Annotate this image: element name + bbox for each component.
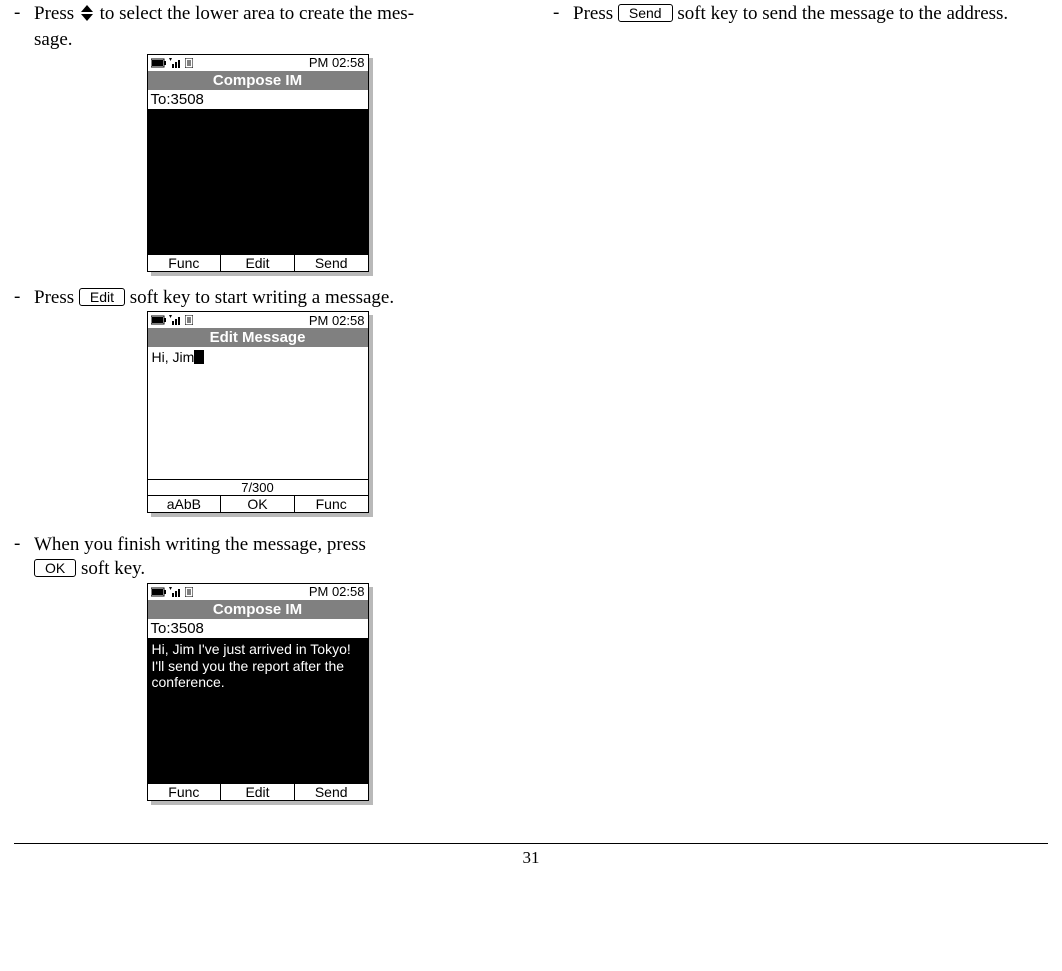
status-icons (151, 58, 193, 68)
step1-text: Press to select the lower area to create… (34, 2, 509, 52)
step2-prefix: Press (34, 287, 79, 308)
screen-title: Compose IM (148, 71, 368, 90)
screen-title: Compose IM (148, 600, 368, 619)
softkey-mid[interactable]: OK (221, 496, 295, 512)
ok-key-label: OK (34, 559, 76, 577)
step1-line2: sage. (34, 29, 73, 50)
softkeys: aAbB OK Func (148, 495, 368, 512)
right-column: - Press Send soft key to send the messag… (553, 2, 1048, 815)
step3-text: When you finish writing the message, pre… (34, 533, 509, 581)
nav-up-down-icon (79, 4, 95, 28)
to-field[interactable]: To:3508 (148, 90, 368, 110)
message-body[interactable]: Hi, Jim I've just arrived in Tokyo! I'll… (148, 639, 368, 783)
status-time: PM 02:58 (309, 55, 365, 70)
text-cursor-icon (194, 350, 204, 364)
left-column: - Press to select the lower area to crea… (14, 2, 509, 815)
step1-suffix-a: to select the lower area to create the m… (95, 3, 408, 24)
body-text: Hi, Jim (152, 349, 195, 365)
page: - Press to select the lower area to crea… (0, 0, 1062, 868)
softkeys: Func Edit Send (148, 254, 368, 271)
signal-icon (169, 587, 183, 597)
phone3-wrap: PM 02:58 Compose IM To:3508 Hi, Jim I've… (14, 581, 509, 815)
page-number: 31 (523, 848, 540, 867)
softkeys: Func Edit Send (148, 783, 368, 800)
screen-title: Edit Message (148, 328, 368, 347)
battery-icon (151, 315, 167, 325)
statusbar: PM 02:58 (148, 55, 368, 71)
statusbar: PM 02:58 (148, 312, 368, 328)
message-body[interactable]: Hi, Jim (148, 347, 368, 480)
phone2: PM 02:58 Edit Message Hi, Jim 7/300 aAbB… (147, 311, 369, 513)
softkey-right[interactable]: Send (295, 255, 368, 271)
doc-icon (185, 315, 193, 325)
softkey-mid[interactable]: Edit (221, 255, 295, 271)
r-prefix: Press (573, 3, 618, 24)
status-icons (151, 315, 193, 325)
step3-suffix: soft key. (76, 558, 145, 579)
bullet-dash: - (14, 286, 34, 310)
bullet-dash: - (14, 533, 34, 581)
signal-icon (169, 315, 183, 325)
step3-line1: When you finish writing the message, pre… (34, 534, 366, 555)
r-suffix: soft key to send the message to the (673, 3, 942, 24)
softkey-right[interactable]: Send (295, 784, 368, 800)
phone2-wrap: PM 02:58 Edit Message Hi, Jim 7/300 aAbB… (14, 309, 509, 527)
status-time: PM 02:58 (309, 313, 365, 328)
step1: - Press to select the lower area to crea… (14, 2, 509, 52)
to-field[interactable]: To:3508 (148, 619, 368, 639)
edit-key-label: Edit (79, 288, 125, 306)
step2: - Press Edit soft key to start writing a… (14, 286, 509, 310)
right-step1-text: Press Send soft key to send the message … (573, 2, 1048, 26)
phone1: PM 02:58 Compose IM To:3508 Func Edit Se… (147, 54, 369, 272)
r-line2: address. (946, 3, 1008, 24)
bullet-dash: - (553, 2, 573, 26)
step2-suffix: soft key to start writing a message. (125, 287, 394, 308)
status-time: PM 02:58 (309, 584, 365, 599)
page-footer: 31 (14, 843, 1048, 868)
softkey-right[interactable]: Func (295, 496, 368, 512)
statusbar: PM 02:58 (148, 584, 368, 600)
softkey-left[interactable]: Func (148, 255, 222, 271)
softkey-left[interactable]: Func (148, 784, 222, 800)
step1-hyph: - (408, 3, 414, 24)
phone3: PM 02:58 Compose IM To:3508 Hi, Jim I've… (147, 583, 369, 801)
step1-prefix: Press (34, 3, 79, 24)
signal-icon (169, 58, 183, 68)
message-body[interactable] (148, 110, 368, 254)
doc-icon (185, 58, 193, 68)
status-icons (151, 587, 193, 597)
phone1-wrap: PM 02:58 Compose IM To:3508 Func Edit Se… (14, 52, 509, 286)
battery-icon (151, 58, 167, 68)
battery-icon (151, 587, 167, 597)
softkey-left[interactable]: aAbB (148, 496, 222, 512)
step2-text: Press Edit soft key to start writing a m… (34, 286, 509, 310)
send-key-label: Send (618, 4, 673, 22)
char-counter: 7/300 (148, 480, 368, 495)
right-step1: - Press Send soft key to send the messag… (553, 2, 1048, 26)
step3: - When you finish writing the message, p… (14, 533, 509, 581)
doc-icon (185, 587, 193, 597)
softkey-mid[interactable]: Edit (221, 784, 295, 800)
bullet-dash: - (14, 2, 34, 52)
